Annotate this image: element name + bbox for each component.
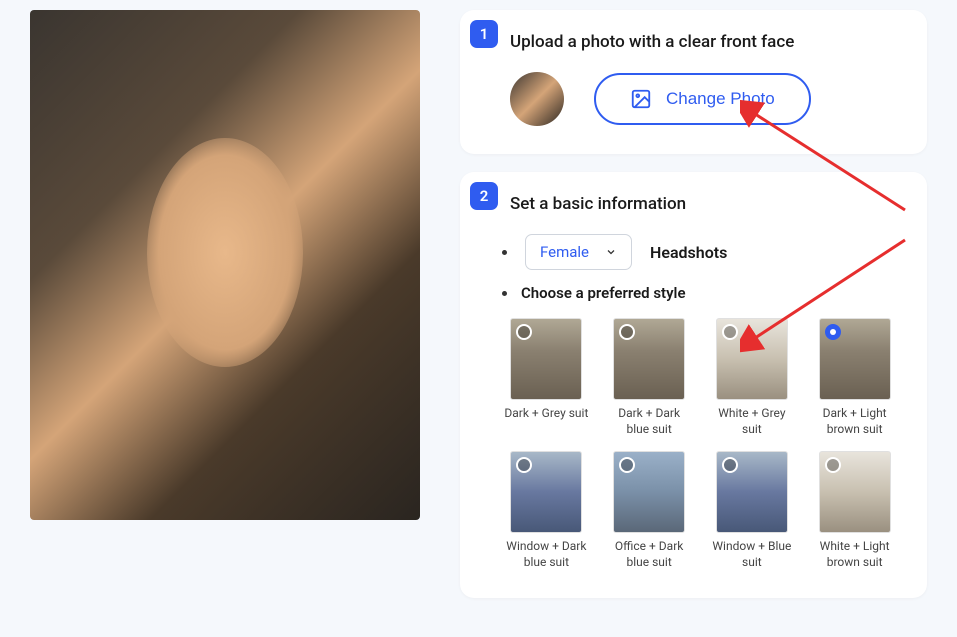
style-caption: White + Grey suit bbox=[709, 406, 794, 437]
change-photo-button[interactable]: Change Photo bbox=[594, 73, 811, 125]
style-caption: Dark + Light brown suit bbox=[812, 406, 897, 437]
style-caption: Office + Dark blue suit bbox=[607, 539, 692, 570]
step-1-title: Upload a photo with a clear front face bbox=[502, 32, 899, 52]
style-option-0[interactable]: Dark + Grey suit bbox=[502, 318, 591, 437]
bullet-icon bbox=[502, 291, 507, 296]
image-icon bbox=[630, 88, 652, 110]
style-thumbnail bbox=[613, 318, 685, 400]
style-caption: Window + Dark blue suit bbox=[504, 539, 589, 570]
photo-thumbnail bbox=[510, 72, 564, 126]
step-1-card: 1 Upload a photo with a clear front face… bbox=[460, 10, 927, 154]
style-option-5[interactable]: Office + Dark blue suit bbox=[605, 451, 694, 570]
style-option-1[interactable]: Dark + Dark blue suit bbox=[605, 318, 694, 437]
style-option-2[interactable]: White + Grey suit bbox=[708, 318, 797, 437]
style-prompt-label: Choose a preferred style bbox=[521, 284, 686, 302]
radio-indicator bbox=[825, 324, 841, 340]
style-caption: Window + Blue suit bbox=[709, 539, 794, 570]
gender-select[interactable]: Female bbox=[525, 234, 632, 270]
step-2-badge: 2 bbox=[470, 182, 498, 210]
style-thumbnail bbox=[819, 451, 891, 533]
headshots-label: Headshots bbox=[650, 243, 727, 262]
style-thumbnail bbox=[716, 318, 788, 400]
step-1-badge: 1 bbox=[470, 20, 498, 48]
bullet-icon bbox=[502, 250, 507, 255]
radio-indicator bbox=[516, 324, 532, 340]
change-photo-label: Change Photo bbox=[666, 89, 775, 109]
radio-indicator bbox=[722, 457, 738, 473]
chevron-down-icon bbox=[605, 246, 617, 258]
radio-indicator bbox=[722, 324, 738, 340]
style-option-7[interactable]: White + Light brown suit bbox=[810, 451, 899, 570]
style-caption: Dark + Grey suit bbox=[504, 406, 588, 422]
gender-selected-value: Female bbox=[540, 243, 589, 261]
radio-indicator bbox=[825, 457, 841, 473]
style-caption: White + Light brown suit bbox=[812, 539, 897, 570]
uploaded-photo-preview bbox=[30, 10, 420, 520]
style-thumbnail bbox=[716, 451, 788, 533]
step-2-card: 2 Set a basic information Female Headsho… bbox=[460, 172, 927, 598]
style-caption: Dark + Dark blue suit bbox=[607, 406, 692, 437]
step-2-title: Set a basic information bbox=[502, 194, 899, 214]
style-thumbnail bbox=[510, 451, 582, 533]
style-option-3[interactable]: Dark + Light brown suit bbox=[810, 318, 899, 437]
radio-indicator bbox=[516, 457, 532, 473]
style-option-6[interactable]: Window + Blue suit bbox=[708, 451, 797, 570]
style-thumbnail bbox=[819, 318, 891, 400]
style-option-4[interactable]: Window + Dark blue suit bbox=[502, 451, 591, 570]
radio-indicator bbox=[619, 457, 635, 473]
style-thumbnail bbox=[510, 318, 582, 400]
style-thumbnail bbox=[613, 451, 685, 533]
radio-indicator bbox=[619, 324, 635, 340]
